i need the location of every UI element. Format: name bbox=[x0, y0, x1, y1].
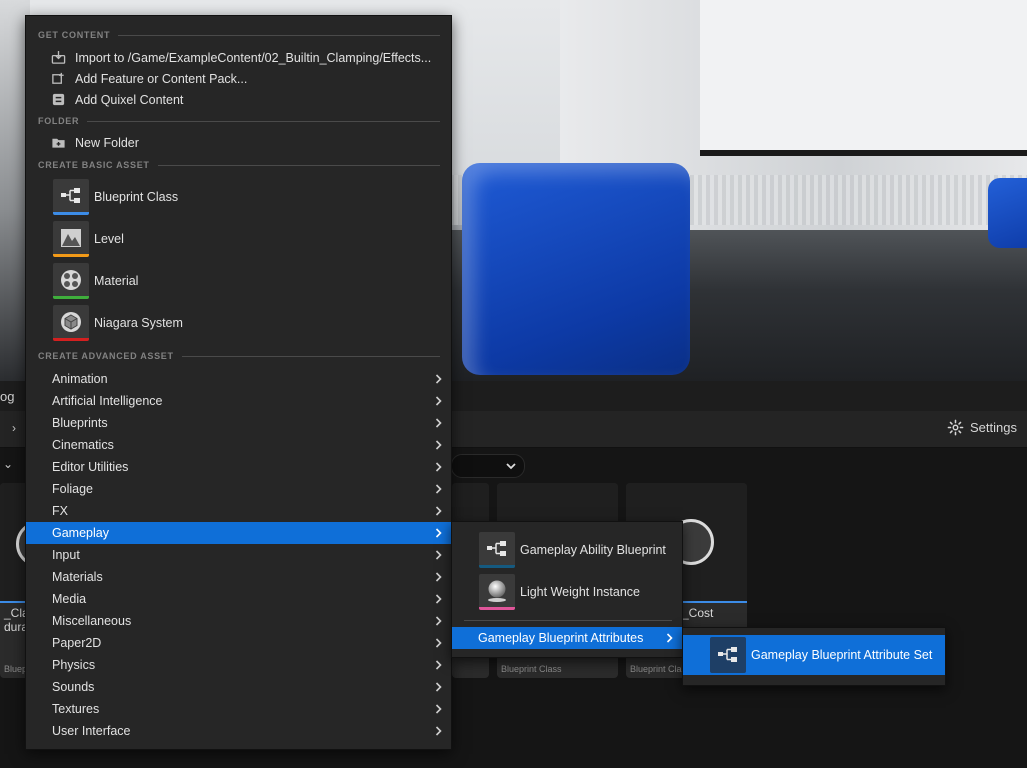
section-header-folder: FOLDER bbox=[38, 114, 440, 128]
settings-button[interactable]: Settings bbox=[947, 419, 1017, 436]
section-header-create-basic: CREATE BASIC ASSET bbox=[38, 158, 440, 172]
gear-icon bbox=[947, 419, 964, 436]
add-quixel-menu-item[interactable]: Add Quixel Content bbox=[51, 89, 446, 110]
breadcrumb-arrow[interactable]: › bbox=[12, 421, 16, 435]
quixel-icon bbox=[52, 93, 65, 106]
submenu-separator bbox=[464, 620, 672, 621]
content-pack-icon bbox=[52, 72, 64, 84]
new-folder-menu-item[interactable]: New Folder bbox=[51, 132, 446, 153]
viewport-window bbox=[700, 0, 1027, 156]
menu-item-animation[interactable]: Animation bbox=[26, 368, 451, 390]
menu-item-foliage[interactable]: Foliage bbox=[26, 478, 451, 500]
chevron-down-icon bbox=[506, 463, 516, 470]
niagara-icon bbox=[61, 312, 81, 332]
chevron-right-icon bbox=[435, 704, 442, 714]
blueprint-icon bbox=[487, 541, 506, 556]
niagara-system-menu-item[interactable]: Niagara System bbox=[53, 304, 443, 342]
settings-label: Settings bbox=[970, 420, 1017, 435]
import-icon bbox=[51, 50, 66, 64]
menu-item-physics[interactable]: Physics bbox=[26, 654, 451, 676]
import-menu-item[interactable]: Import to /Game/ExampleContent/02_Builti… bbox=[51, 47, 446, 68]
chevron-right-icon bbox=[435, 506, 442, 516]
search-combo[interactable] bbox=[451, 454, 525, 478]
viewport-blue-cube-2 bbox=[988, 178, 1027, 248]
chevron-right-icon bbox=[435, 572, 442, 582]
asset-type: Blueprint Cla bbox=[630, 664, 682, 674]
menu-item-paper2d[interactable]: Paper2D bbox=[26, 632, 451, 654]
new-folder-icon bbox=[52, 138, 65, 148]
section-header-get-content: GET CONTENT bbox=[38, 28, 440, 42]
chevron-right-icon bbox=[435, 440, 442, 450]
material-menu-item[interactable]: Material bbox=[53, 262, 443, 300]
menu-item-materials[interactable]: Materials bbox=[26, 566, 451, 588]
gameplay-attributes-submenu: Gameplay Blueprint Attribute Set bbox=[682, 627, 946, 686]
menu-item-textures[interactable]: Textures bbox=[26, 698, 451, 720]
chevron-right-icon bbox=[435, 660, 442, 670]
chevron-right-icon bbox=[435, 638, 442, 648]
gameplay-submenu: Gameplay Ability Blueprint Light Weight … bbox=[451, 521, 683, 658]
chevron-right-icon bbox=[435, 484, 442, 494]
gameplay-blueprint-attributes-label: Gameplay Blueprint Attributes bbox=[478, 631, 644, 645]
new-folder-label: New Folder bbox=[75, 135, 139, 150]
menu-item-input[interactable]: Input bbox=[26, 544, 451, 566]
add-context-menu: GET CONTENT Import to /Game/ExampleConte… bbox=[25, 15, 452, 750]
gameplay-ability-blueprint-menu-item[interactable]: Gameplay Ability Blueprint bbox=[479, 531, 679, 569]
level-label: Level bbox=[94, 232, 124, 246]
gameplay-blueprint-attributes-menu-item[interactable]: Gameplay Blueprint Attributes bbox=[452, 627, 682, 649]
filter-chevron[interactable]: ⌄ bbox=[3, 457, 13, 471]
gameplay-blueprint-attribute-set-label: Gameplay Blueprint Attribute Set bbox=[751, 648, 933, 662]
menu-item-blueprints[interactable]: Blueprints bbox=[26, 412, 451, 434]
add-feature-pack-menu-item[interactable]: Add Feature or Content Pack... bbox=[51, 68, 446, 89]
add-quixel-label: Add Quixel Content bbox=[75, 92, 184, 107]
material-label: Material bbox=[94, 274, 139, 288]
blueprint-icon bbox=[61, 188, 80, 203]
light-weight-instance-label: Light Weight Instance bbox=[520, 585, 640, 599]
chevron-right-icon bbox=[435, 374, 442, 384]
menu-item-artificial-intelligence[interactable]: Artificial Intelligence bbox=[26, 390, 451, 412]
chevron-right-icon bbox=[435, 528, 442, 538]
chevron-right-icon bbox=[435, 396, 442, 406]
viewport-blue-cube bbox=[462, 163, 690, 375]
light-weight-instance-menu-item[interactable]: Light Weight Instance bbox=[479, 573, 679, 611]
menu-item-cinematics[interactable]: Cinematics bbox=[26, 434, 451, 456]
import-label: Import to /Game/ExampleContent/02_Builti… bbox=[75, 50, 432, 65]
asset-type: Blueprint Class bbox=[501, 664, 562, 674]
menu-item-gameplay[interactable]: Gameplay bbox=[26, 522, 451, 544]
chevron-right-icon bbox=[666, 633, 673, 643]
niagara-system-label: Niagara System bbox=[94, 316, 183, 330]
add-feature-pack-label: Add Feature or Content Pack... bbox=[75, 71, 248, 86]
level-menu-item[interactable]: Level bbox=[53, 220, 443, 258]
sphere-icon bbox=[488, 580, 506, 602]
chevron-right-icon bbox=[435, 616, 442, 626]
section-header-create-advanced: CREATE ADVANCED ASSET bbox=[38, 349, 440, 363]
tab-label-fragment[interactable]: og bbox=[0, 389, 14, 404]
level-icon bbox=[61, 229, 81, 247]
menu-item-sounds[interactable]: Sounds bbox=[26, 676, 451, 698]
menu-item-miscellaneous[interactable]: Miscellaneous bbox=[26, 610, 451, 632]
chevron-right-icon bbox=[435, 726, 442, 736]
chevron-right-icon bbox=[435, 682, 442, 692]
blueprint-class-label: Blueprint Class bbox=[94, 190, 179, 204]
chevron-right-icon bbox=[435, 594, 442, 604]
blueprint-icon bbox=[718, 647, 737, 662]
chevron-right-icon bbox=[435, 418, 442, 428]
asset-name: _Cost bbox=[682, 606, 714, 620]
menu-item-fx[interactable]: FX bbox=[26, 500, 451, 522]
menu-item-media[interactable]: Media bbox=[26, 588, 451, 610]
gameplay-blueprint-attribute-set-menu-item[interactable]: Gameplay Blueprint Attribute Set bbox=[683, 635, 945, 675]
blueprint-class-menu-item[interactable]: Blueprint Class bbox=[53, 178, 443, 216]
gameplay-ability-blueprint-label: Gameplay Ability Blueprint bbox=[520, 543, 666, 557]
material-icon bbox=[61, 270, 81, 290]
chevron-right-icon bbox=[435, 550, 442, 560]
menu-item-user-interface[interactable]: User Interface bbox=[26, 720, 451, 742]
menu-item-editor-utilities[interactable]: Editor Utilities bbox=[26, 456, 451, 478]
chevron-right-icon bbox=[435, 462, 442, 472]
